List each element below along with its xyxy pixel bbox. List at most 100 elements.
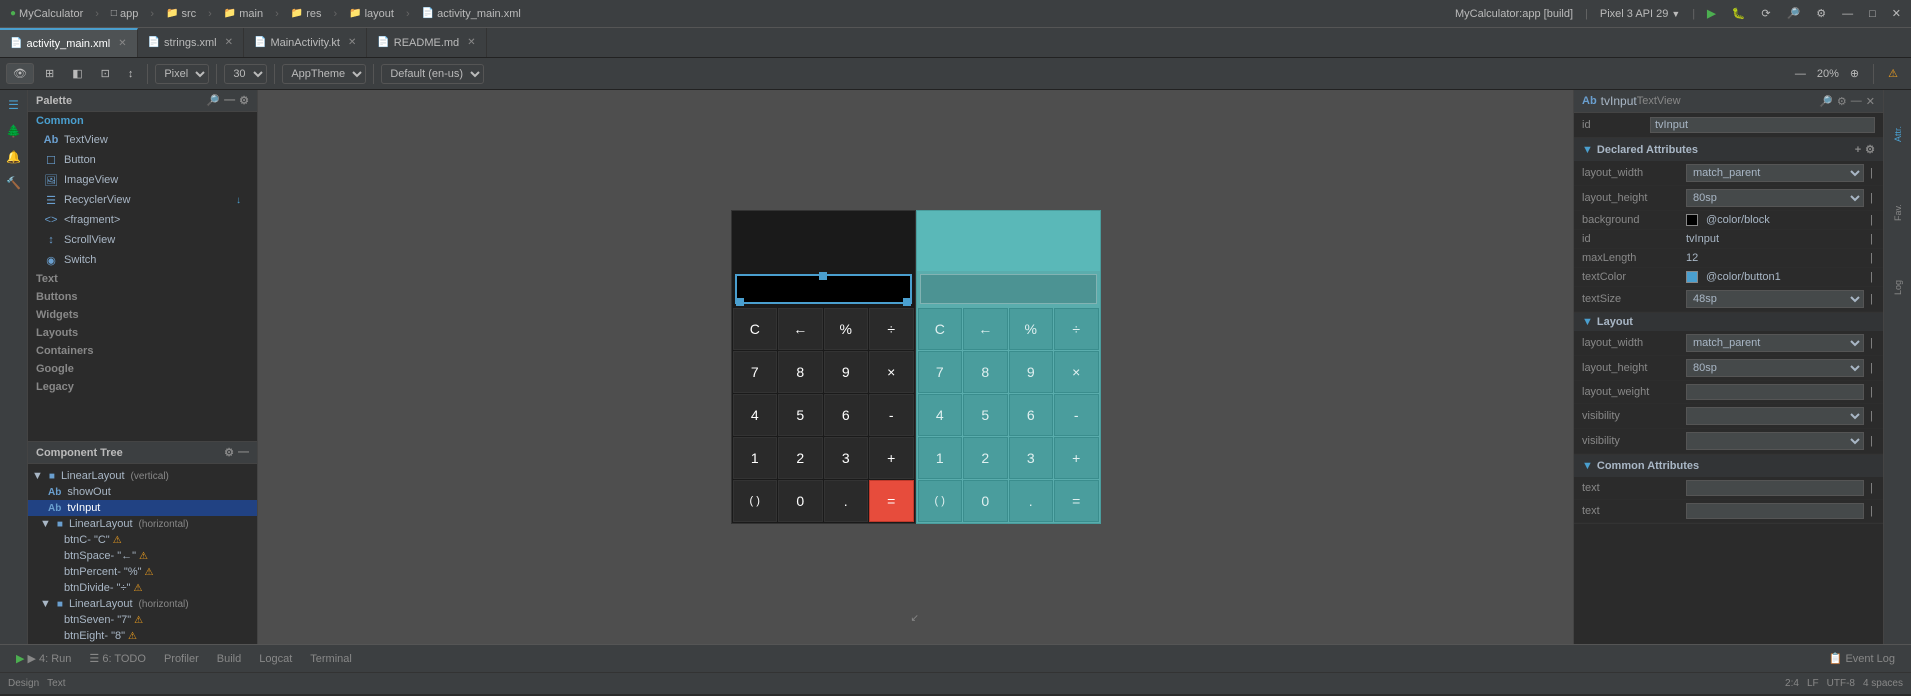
declared-attr-plus[interactable]: +	[1855, 144, 1861, 156]
dark-btn-dot[interactable]: .	[824, 480, 869, 522]
teal-btn-percent[interactable]: %	[1009, 308, 1054, 350]
src-item[interactable]: 📁 src	[162, 6, 200, 22]
tree-btnc[interactable]: btnC- "C" ⚠	[28, 532, 257, 548]
attr-visibility-flag[interactable]: |	[1868, 410, 1875, 422]
declared-attr-gear[interactable]: ⚙	[1865, 143, 1875, 156]
file-item[interactable]: 📄 activity_main.xml	[418, 6, 525, 22]
dark-btn-2[interactable]: 2	[778, 437, 823, 479]
tree-linearlayout-h1[interactable]: ▼ ■ LinearLayout (horizontal)	[28, 516, 257, 532]
tab-close-mainactivity[interactable]: ✕	[348, 37, 356, 48]
canvas-background[interactable]: C ← % ÷ 7 8 9 × 4 5 6 - 1 2 3	[258, 90, 1573, 644]
event-log-right-icon[interactable]: Log	[1887, 252, 1909, 322]
tree-gear-icon[interactable]: ⚙	[224, 446, 234, 459]
teal-btn-5[interactable]: 5	[963, 394, 1008, 436]
api-dropdown[interactable]: 30	[224, 64, 267, 84]
tree-btndivide[interactable]: btnDivide- "÷" ⚠	[28, 580, 257, 596]
dark-btn-c[interactable]: C	[733, 308, 778, 350]
teal-btn-3[interactable]: 3	[1009, 437, 1054, 479]
palette-section-containers[interactable]: Containers	[28, 342, 257, 360]
palette-section-buttons[interactable]: Buttons	[28, 288, 257, 306]
main-item[interactable]: 📁 main	[220, 6, 267, 22]
attr-settings-icon[interactable]: ⚙	[1837, 95, 1847, 108]
dark-btn-9[interactable]: 9	[824, 351, 869, 393]
project-name[interactable]: ● MyCalculator	[6, 6, 87, 22]
common-attributes-header[interactable]: ▼ Common Attributes	[1574, 455, 1883, 477]
attr-id-input[interactable]	[1650, 117, 1875, 133]
tree-btnpercent[interactable]: btnPercent- "%" ⚠	[28, 564, 257, 580]
status-design-tab[interactable]: Design	[8, 678, 39, 689]
attr-visibility2-dropdown[interactable]	[1686, 432, 1864, 450]
minimize-button[interactable]: —	[1838, 6, 1857, 22]
tree-btnspace[interactable]: btnSpace- "←" ⚠	[28, 548, 257, 564]
dark-btn-0[interactable]: 0	[778, 480, 823, 522]
dark-btn-percent[interactable]: %	[824, 308, 869, 350]
todo-tab[interactable]: ☰ 6: TODO	[81, 648, 154, 669]
dark-btn-back[interactable]: ←	[778, 308, 823, 350]
teal-btn-back[interactable]: ←	[963, 308, 1008, 350]
teal-btn-6[interactable]: 6	[1009, 394, 1054, 436]
dark-btn-divide[interactable]: ÷	[869, 308, 914, 350]
app-item[interactable]: □ app	[107, 6, 142, 22]
teal-btn-parens[interactable]: ( )	[918, 480, 963, 522]
textcolor-swatch[interactable]	[1686, 271, 1698, 283]
tab-close-strings[interactable]: ✕	[225, 37, 233, 48]
attr-lh-dropdown[interactable]: 80sp	[1686, 359, 1864, 377]
palette-section-google[interactable]: Google	[28, 360, 257, 378]
dark-btn-multiply[interactable]: ×	[869, 351, 914, 393]
tab-readme[interactable]: 📄 README.md ✕	[367, 28, 486, 57]
attr-close-icon[interactable]: ✕	[1866, 95, 1875, 108]
teal-btn-8[interactable]: 8	[963, 351, 1008, 393]
search-top-button[interactable]: 🔎	[1783, 5, 1805, 22]
tree-btnseven[interactable]: btnSeven- "7" ⚠	[28, 612, 257, 628]
tree-showout[interactable]: Ab showOut	[28, 484, 257, 500]
zoom-out-btn[interactable]: —	[1788, 64, 1813, 84]
teal-btn-7[interactable]: 7	[918, 351, 963, 393]
tree-btneight[interactable]: btnEight- "8" ⚠	[28, 628, 257, 644]
attr-layout-height-flag[interactable]: |	[1868, 192, 1875, 204]
build-info[interactable]: MyCalculator:app [build]	[1451, 6, 1577, 22]
device-dropdown[interactable]: Pixel	[155, 64, 209, 84]
palette-section-widgets[interactable]: Widgets	[28, 306, 257, 324]
tree-tvinput[interactable]: Ab tvInput	[28, 500, 257, 516]
palette-item-scrollview[interactable]: ↕ ScrollView	[28, 230, 257, 250]
tree-minus-icon[interactable]: —	[238, 446, 249, 459]
design-mode-toggle[interactable]: 👁	[6, 63, 34, 84]
attr-text2-input[interactable]	[1686, 503, 1864, 519]
favorites-side-icon[interactable]: Fav.	[1887, 178, 1909, 248]
close-button[interactable]: ✕	[1888, 5, 1905, 22]
attr-side-icon[interactable]: Attr.	[1887, 94, 1909, 174]
palette-section-text[interactable]: Text	[28, 270, 257, 288]
tab-mainactivity[interactable]: 📄 MainActivity.kt ✕	[244, 28, 367, 57]
attr-id-flag[interactable]: |	[1868, 233, 1875, 245]
attr-text-input[interactable]	[1686, 480, 1864, 496]
palette-search-btn[interactable]: 🔎	[206, 94, 220, 107]
teal-btn-dot[interactable]: .	[1009, 480, 1054, 522]
debug-button[interactable]: 🐛	[1728, 5, 1750, 22]
teal-btn-4[interactable]: 4	[918, 394, 963, 436]
zoom-fit-btn[interactable]: ⊕	[1843, 63, 1866, 84]
attr-lw-dropdown[interactable]: match_parent	[1686, 334, 1864, 352]
attr-background-flag[interactable]: |	[1868, 214, 1875, 226]
profiler-tab[interactable]: Profiler	[156, 649, 207, 669]
dark-btn-4[interactable]: 4	[733, 394, 778, 436]
tree-linearlayout-h2[interactable]: ▼ ■ LinearLayout (horizontal)	[28, 596, 257, 612]
attr-visibility-dropdown[interactable]: visible invisible gone	[1686, 407, 1864, 425]
attr-lw-flag[interactable]: |	[1868, 337, 1875, 349]
palette-side-icon[interactable]: ☰	[3, 94, 25, 116]
attr-visibility2-flag[interactable]: |	[1868, 435, 1875, 447]
tab-activity-main[interactable]: 📄 activity_main.xml ✕	[0, 28, 138, 57]
teal-btn-0[interactable]: 0	[963, 480, 1008, 522]
dark-btn-1[interactable]: 1	[733, 437, 778, 479]
blueprint-toggle[interactable]: ⊞	[38, 63, 61, 84]
attr-dropdown-textsize[interactable]: 48sp	[1686, 290, 1864, 308]
tab-close-readme[interactable]: ✕	[467, 37, 475, 48]
dark-btn-5[interactable]: 5	[778, 394, 823, 436]
attr-search-icon[interactable]: 🔎	[1819, 95, 1833, 108]
attr-lh-flag[interactable]: |	[1868, 362, 1875, 374]
run-tab[interactable]: ▶ ▶ 4: Run	[8, 648, 79, 669]
teal-btn-c[interactable]: C	[918, 308, 963, 350]
teal-btn-equals[interactable]: =	[1054, 480, 1099, 522]
attr-textsize-flag[interactable]: |	[1868, 293, 1875, 305]
teal-btn-minus[interactable]: -	[1054, 394, 1099, 436]
dark-btn-6[interactable]: 6	[824, 394, 869, 436]
